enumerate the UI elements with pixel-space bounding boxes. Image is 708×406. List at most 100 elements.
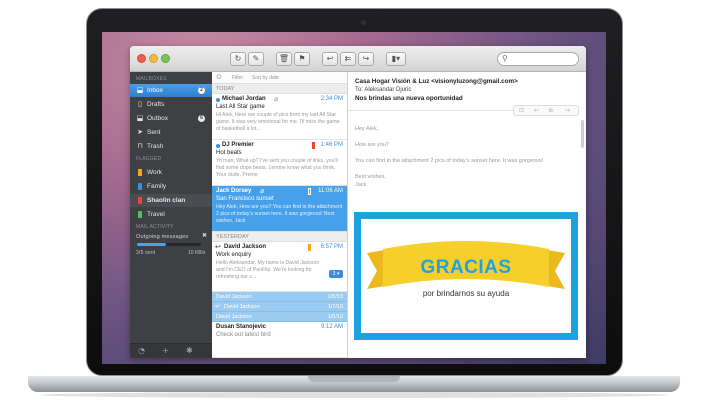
replied-icon: ↩	[215, 304, 221, 310]
move-icon: ▮▾	[391, 54, 401, 63]
email-subject: Nos brindas una nueva oportunidad	[355, 95, 463, 102]
delete-button[interactable]: 🗑	[276, 52, 292, 66]
thread-count-badge[interactable]: 3 ▾	[329, 270, 343, 278]
green-flag-icon	[308, 188, 311, 195]
reply-icon[interactable]: ↩	[534, 107, 539, 114]
sidebar-item-shaolin-clan[interactable]: Shaolin clan	[130, 194, 212, 207]
day-header-yesterday: YESTERDAY	[212, 232, 347, 242]
sidebar-item-sent[interactable]: ➤ Sent	[130, 126, 212, 139]
thread-date: 1/6/13	[327, 314, 343, 320]
message-subject: Check out latest bird	[216, 332, 271, 338]
thank-you-image: GRACIAS por brindarnos su ayuda	[354, 212, 578, 340]
sidebar-item-inbox[interactable]: ⬓ Inbox 2	[130, 84, 212, 97]
message-preview: Yo man, What up? I've sent you couple of…	[216, 158, 338, 178]
thread-date: 1/7/13	[327, 304, 343, 310]
stop-icon[interactable]: ✖	[202, 232, 207, 239]
card-title: GRACIAS	[420, 257, 512, 278]
laptop-shadow	[40, 392, 668, 398]
compose-button[interactable]: ✎	[248, 52, 264, 66]
close-window-button[interactable]	[137, 54, 146, 63]
message-row[interactable]: ↩ David Jackson 6:57 PM Work enquiry Hel…	[212, 242, 347, 292]
activity-icon[interactable]: ◔	[138, 346, 145, 355]
sidebar-item-label: Trash	[147, 143, 164, 150]
add-icon[interactable]: +	[162, 346, 169, 355]
laptop-scene: ↻ ✎ 🗑 ⚑ ↩ ⇇ ↪ ▮▾ ⚲ MAILBOXES ⬓ Inbox 2 ▯…	[0, 0, 708, 406]
message-sender: David Jackson	[224, 244, 267, 250]
reply-all-icon[interactable]: ⇇	[549, 107, 554, 114]
message-sender: Jack Dorsey	[216, 188, 252, 194]
transfer-speed: 10 KB/s	[188, 250, 206, 256]
image-inner: GRACIAS por brindarnos su ayuda	[361, 219, 571, 333]
move-button[interactable]: ▮▾	[386, 52, 406, 66]
sidebar-item-outbox[interactable]: ⬓ Outbox 6	[130, 112, 212, 125]
message-row-selected[interactable]: Jack Dorsey ⌀ 11:06 AM San Francisco sun…	[212, 186, 347, 232]
gear-icon[interactable]: ✱	[186, 346, 193, 355]
zoom-window-button[interactable]	[161, 54, 170, 63]
refresh-button[interactable]: ↻	[230, 52, 246, 66]
minimize-window-button[interactable]	[149, 54, 158, 63]
search-input[interactable]: ⚲	[497, 52, 579, 66]
divider	[348, 110, 513, 111]
refresh-icon: ↻	[234, 54, 242, 63]
outbox-count-badge: 6	[198, 115, 205, 122]
message-sender: Dusan Stanojevic	[216, 324, 267, 330]
thread-sender: David Jackson	[216, 294, 252, 300]
outbox-icon: ⬓	[136, 114, 144, 122]
delete-icon[interactable]: ⊡	[519, 107, 524, 114]
filter-button[interactable]: Filter	[232, 75, 243, 81]
sidebar-item-drafts[interactable]: ▯ Drafts	[130, 98, 212, 111]
message-row[interactable]: Dusan Stanojevic 9:12 AM Check out lates…	[212, 322, 347, 358]
mail-window: ↻ ✎ 🗑 ⚑ ↩ ⇇ ↪ ▮▾ ⚲ MAILBOXES ⬓ Inbox 2 ▯…	[130, 46, 586, 358]
unread-dot	[216, 98, 220, 102]
progress-fill	[137, 243, 166, 246]
work-flag-icon	[138, 169, 142, 176]
sidebar-footer: ◔ + ✱	[130, 343, 212, 358]
sidebar-item-work[interactable]: Work	[130, 166, 212, 179]
shaolin-flag-icon	[138, 197, 142, 204]
message-row[interactable]: DJ Premier 1:46 PM Hot beats Yo man, Wha…	[212, 140, 347, 186]
thread-item[interactable]: David Jackson ↩ 1/7/13	[212, 302, 347, 312]
sidebar-item-family[interactable]: Family	[130, 180, 212, 193]
flagged-header: FLAGGED	[136, 156, 162, 162]
day-header-today: TODAY	[212, 84, 347, 94]
sidebar-item-trash[interactable]: ⊓ Trash	[130, 140, 212, 153]
filter-icon[interactable]: ⊙	[216, 73, 222, 81]
inline-actions: ⊡ ↩ ⇇ ↪	[513, 105, 579, 116]
reader-scrollbar[interactable]	[581, 120, 584, 148]
replied-icon: ↩	[215, 243, 221, 251]
email-line: How are you?	[355, 142, 389, 148]
travel-flag-icon	[138, 211, 142, 218]
outgoing-label: Outgoing messages	[136, 234, 189, 240]
message-time: 2:34 PM	[320, 96, 343, 102]
sidebar: MAILBOXES ⬓ Inbox 2 ▯ Drafts ⬓ Outbox 6 …	[130, 72, 212, 358]
forward-button[interactable]: ↪	[358, 52, 374, 66]
reply-all-icon: ⇇	[344, 54, 352, 63]
sent-icon: ➤	[137, 128, 143, 136]
message-row[interactable]: Michael Jordan ⌀ 2:34 PM Last All Star g…	[212, 94, 347, 140]
message-subject: Work enquiry	[216, 252, 252, 258]
flag-button[interactable]: ⚑	[294, 52, 310, 66]
sidebar-item-label: Work	[147, 169, 163, 176]
email-to: To: Aleksandar Djuric	[355, 87, 412, 93]
mailboxes-header: MAILBOXES	[136, 76, 167, 82]
sidebar-item-travel[interactable]: Travel	[130, 208, 212, 221]
forward-icon[interactable]: ↪	[565, 107, 570, 114]
reply-icon: ↩	[326, 54, 334, 63]
family-flag-icon	[138, 183, 142, 190]
attachment-icon: ⌀	[274, 96, 279, 103]
message-list: ⊙ Filter Sort by date TODAY Michael Jord…	[212, 72, 348, 358]
sidebar-item-label: Outbox	[147, 115, 168, 122]
reading-pane: Casa Hogar Visión & Luz <visionyluzong@g…	[348, 72, 586, 358]
laptop-notch	[308, 376, 400, 382]
compose-icon: ✎	[252, 54, 260, 63]
sidebar-item-label: Inbox	[147, 87, 163, 94]
search-icon: ⚲	[502, 54, 508, 63]
sort-button[interactable]: Sort by date	[252, 75, 279, 81]
reply-button[interactable]: ↩	[322, 52, 338, 66]
thread-item[interactable]: David Jackson 1/5/13	[212, 292, 347, 302]
thread-item[interactable]: David Jackson 1/6/13	[212, 312, 347, 322]
reply-all-button[interactable]: ⇇	[340, 52, 356, 66]
message-sender: Michael Jordan	[222, 96, 266, 102]
message-subject: Last All Star game	[216, 104, 265, 110]
sidebar-item-label: Sent	[147, 129, 161, 136]
